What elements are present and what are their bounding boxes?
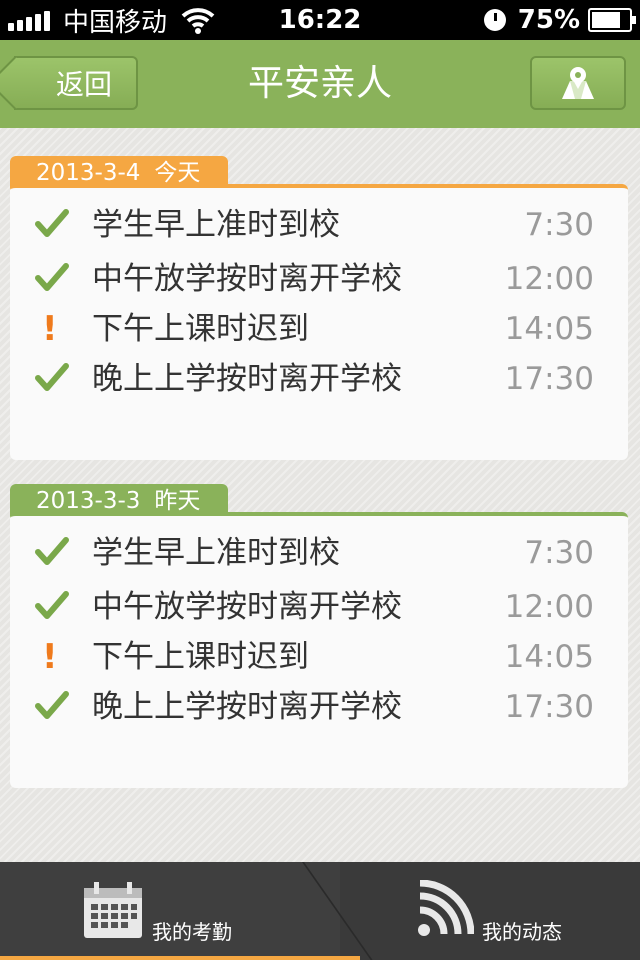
tab-my-activity[interactable]: 我的动态 xyxy=(340,862,640,960)
record-text: 下午上课时迟到 xyxy=(92,639,309,675)
tab-label: 我的考勤 xyxy=(152,920,232,944)
signal-waves-icon xyxy=(418,880,474,936)
check-icon xyxy=(35,363,69,391)
date-label: 2013-3-3 xyxy=(36,488,141,514)
check-icon xyxy=(35,209,69,237)
list-item: 晚上上学按时离开学校 17:30 xyxy=(10,354,628,404)
record-text: 学生早上准时到校 xyxy=(92,535,340,571)
tab-my-attendance[interactable]: 我的考勤 xyxy=(0,862,360,960)
map-pin-icon xyxy=(562,67,594,99)
list-item: 学生早上准时到校 7:30 xyxy=(10,528,628,578)
day-label: 今天 xyxy=(154,160,201,186)
bottom-tab-bar: 我的考勤 我的动态 xyxy=(0,862,640,960)
date-label: 2013-3-4 xyxy=(36,160,141,186)
attendance-card: 学生早上准时到校 7:30 中午放学按时离开学校 12:00 ! 下午上课时迟到… xyxy=(10,512,628,788)
warning-icon: ! xyxy=(42,309,58,349)
status-bar: 中国移动 16:22 75% xyxy=(0,0,640,40)
calendar-icon xyxy=(84,882,142,938)
record-text: 下午上课时迟到 xyxy=(92,311,309,347)
list-item: ! 下午上课时迟到 14:05 xyxy=(10,304,628,354)
day-label: 昨天 xyxy=(154,488,201,514)
list-item: 晚上上学按时离开学校 17:30 xyxy=(10,682,628,732)
record-time: 7:30 xyxy=(524,535,594,571)
record-time: 12:00 xyxy=(504,589,594,625)
list-item: 中午放学按时离开学校 12:00 xyxy=(10,254,628,304)
record-time: 17:30 xyxy=(504,361,594,397)
record-time: 17:30 xyxy=(504,689,594,725)
record-time: 7:30 xyxy=(524,207,594,243)
record-text: 晚上上学按时离开学校 xyxy=(92,689,402,725)
warning-icon: ! xyxy=(42,637,58,677)
list-item: ! 下午上课时迟到 14:05 xyxy=(10,632,628,682)
clock-icon xyxy=(483,9,506,31)
record-time: 14:05 xyxy=(504,311,594,347)
record-text: 中午放学按时离开学校 xyxy=(92,261,402,297)
check-icon xyxy=(35,537,69,565)
record-text: 中午放学按时离开学校 xyxy=(92,589,402,625)
record-time: 12:00 xyxy=(504,261,594,297)
record-time: 14:05 xyxy=(504,639,594,675)
check-icon xyxy=(35,263,69,291)
list-item: 中午放学按时离开学校 12:00 xyxy=(10,582,628,632)
map-button[interactable] xyxy=(530,56,626,110)
list-item: 学生早上准时到校 7:30 xyxy=(10,200,628,250)
check-icon xyxy=(35,591,69,619)
attendance-card: 学生早上准时到校 7:30 中午放学按时离开学校 12:00 ! 下午上课时迟到… xyxy=(10,184,628,460)
navigation-bar: 返回 平安亲人 xyxy=(0,40,640,128)
battery-percentage: 75% xyxy=(517,5,580,35)
check-icon xyxy=(35,691,69,719)
battery-icon xyxy=(588,8,636,32)
record-text: 晚上上学按时离开学校 xyxy=(92,361,402,397)
tab-label: 我的动态 xyxy=(482,920,562,944)
record-text: 学生早上准时到校 xyxy=(92,207,340,243)
